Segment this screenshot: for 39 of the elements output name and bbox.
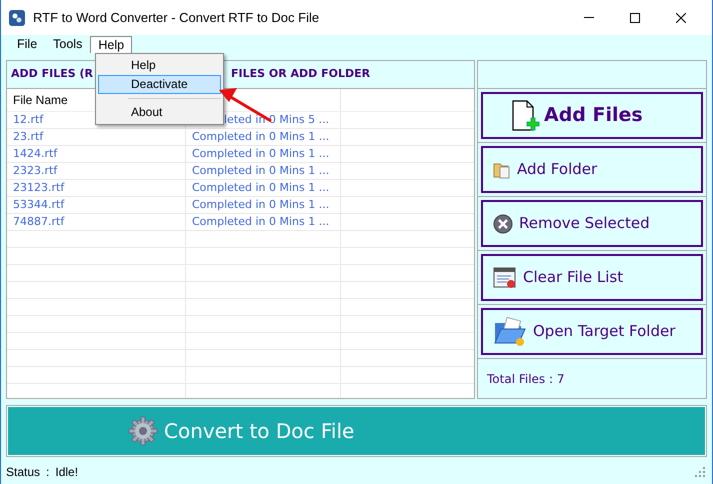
panel-header-text: ADD FILES (R [11, 66, 93, 82]
action-button[interactable]: Clear File List [481, 254, 703, 301]
table-cell: Completed in 0 Mins 1 ... [186, 129, 341, 145]
status-text: Idle! [55, 464, 78, 481]
clear-list-icon [493, 266, 517, 288]
folder-icon [493, 160, 511, 178]
action-button[interactable]: Open Target Folder [481, 308, 703, 355]
action-button[interactable]: Add Files [481, 92, 703, 139]
table-cell: Completed in 0 Mins 1 ... [186, 163, 341, 179]
open-folder-icon [493, 316, 527, 346]
menu-option[interactable]: Deactivate [98, 75, 221, 94]
add-file-icon [511, 100, 541, 132]
table-cell: Completed in 0 Mins 1 ... [186, 146, 341, 162]
menu-option[interactable]: Help [98, 56, 221, 75]
table-cell: 23123.rtf [7, 180, 186, 196]
total-files-count: Total Files : 7 [487, 370, 564, 388]
remove-icon [493, 214, 513, 234]
table-cell: Completed in 0 Mins 1 ... [186, 214, 341, 230]
panel-header-text: FILES OR ADD FOLDER [230, 66, 370, 82]
menu-item[interactable]: Help [90, 36, 132, 53]
table-cell: Completed in 0 Mins 1 ... [186, 180, 341, 196]
action-button[interactable]: Remove Selected [481, 200, 703, 247]
action-button[interactable]: Add Folder [481, 146, 703, 193]
table-cell: 53344.rtf [7, 197, 186, 213]
table-cell: 2323.rtf [7, 163, 186, 179]
window-title: RTF to Word Converter - Convert RTF to Doc File [33, 8, 320, 27]
table-cell: Completed in 0 Mins 1 ... [186, 197, 341, 213]
minimize-icon [584, 16, 594, 18]
status-separator: : [46, 464, 50, 481]
menu-item[interactable]: File [9, 36, 46, 53]
table-cell: 74887.rtf [7, 214, 186, 230]
status-label: Status [6, 464, 40, 481]
maximize-icon [630, 12, 640, 22]
table-cell: 23.rtf [7, 129, 186, 145]
resize-grip-icon [695, 467, 705, 477]
table-cell: 1424.rtf [7, 146, 186, 162]
app-icon [9, 10, 25, 26]
close-icon [676, 12, 686, 22]
menu-item[interactable]: Tools [45, 36, 90, 53]
